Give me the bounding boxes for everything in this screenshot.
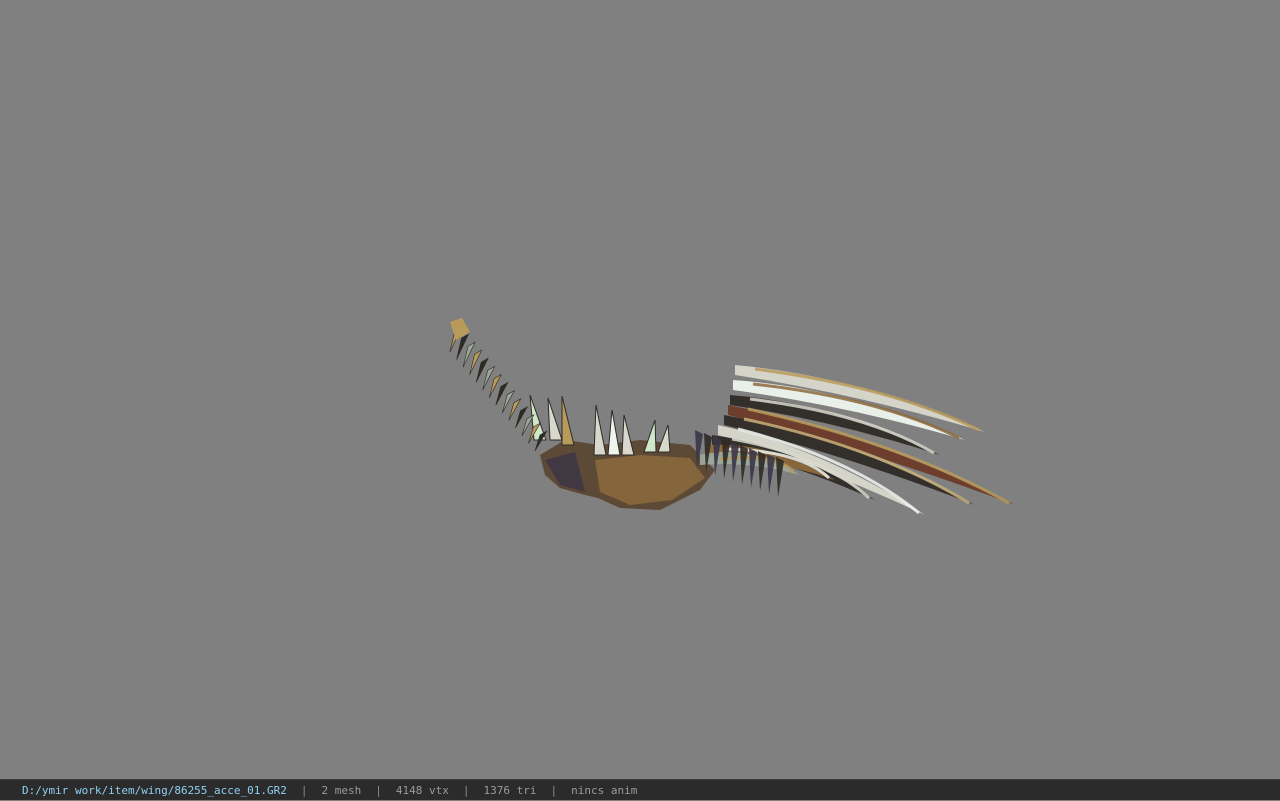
animation-status: nincs anim <box>571 784 638 797</box>
underside-shard <box>758 451 766 491</box>
status-separator: | <box>550 784 558 797</box>
crest-spike <box>561 395 575 446</box>
crest-spike <box>593 404 607 456</box>
status-separator: | <box>300 784 308 797</box>
status-separator: | <box>375 784 382 797</box>
mesh-count: 2 mesh <box>321 784 362 797</box>
file-path: D:/ymir work/item/wing/86255_acce_01.GR2 <box>22 784 287 797</box>
underside-shard <box>749 448 757 488</box>
crest-spike <box>643 419 657 453</box>
crest-spike <box>657 424 671 453</box>
vertex-count: 4148 vtx <box>395 784 449 797</box>
wing-model <box>449 318 1015 515</box>
crest-spike <box>547 397 563 441</box>
triangle-count: 1376 tri <box>483 784 537 797</box>
crest-spike <box>607 409 621 456</box>
3d-viewport[interactable] <box>0 0 1280 779</box>
status-bar: D:/ymir work/item/wing/86255_acce_01.GR2… <box>0 779 1280 800</box>
underside-shard <box>767 454 775 494</box>
wing-model-render <box>449 318 1015 515</box>
underside-shard <box>776 457 784 497</box>
status-separator: | <box>462 784 470 797</box>
crest-spike <box>621 414 635 456</box>
